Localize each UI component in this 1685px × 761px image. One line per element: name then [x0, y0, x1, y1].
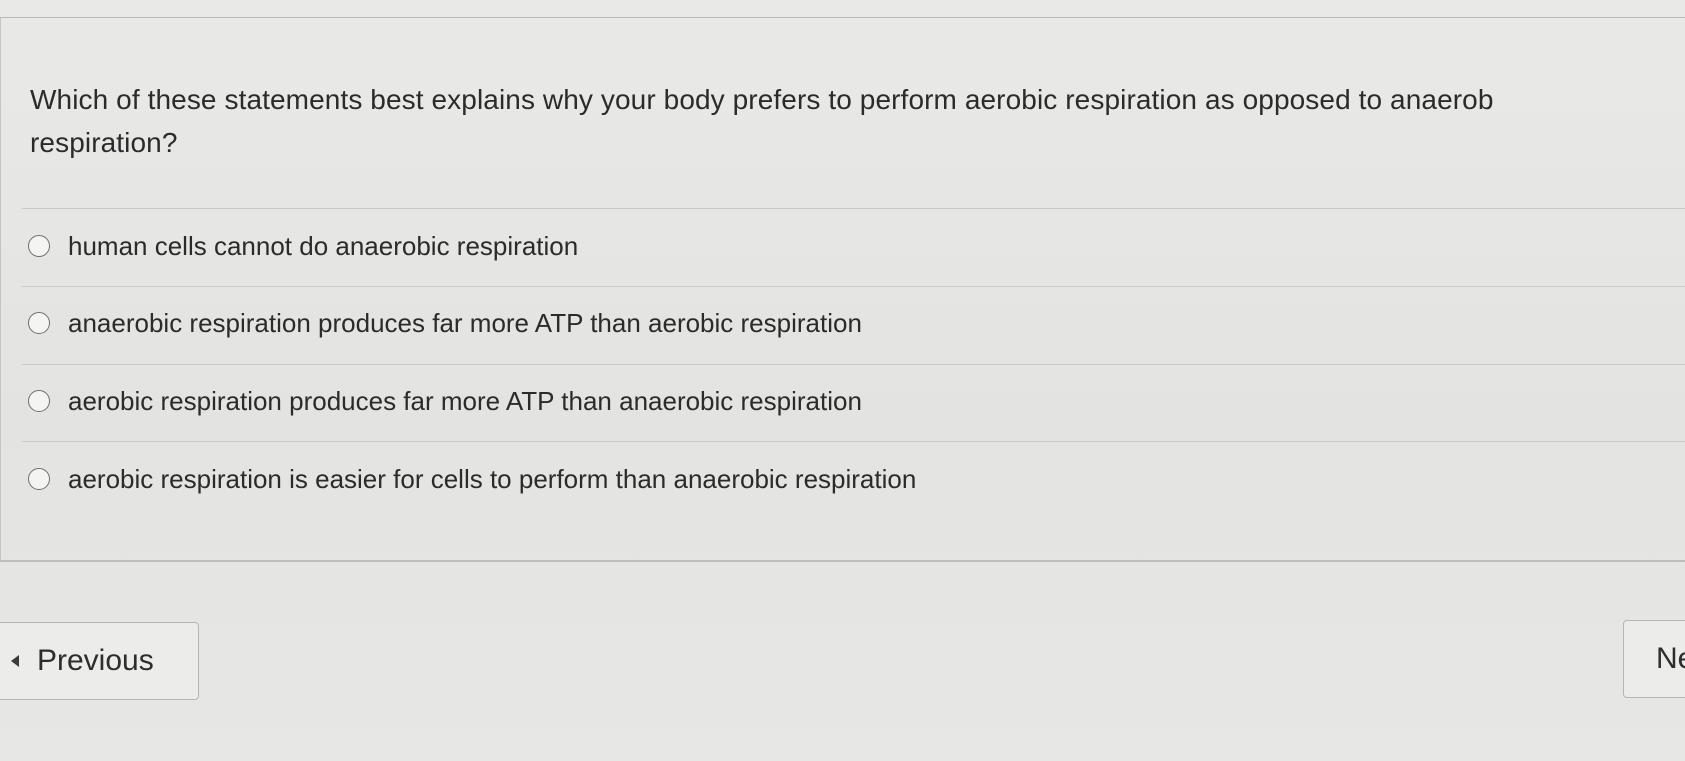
panel-bottom-border: [0, 560, 1685, 562]
option-divider: [22, 441, 1685, 442]
answer-option-3[interactable]: aerobic respiration produces far more AT…: [28, 381, 862, 421]
caret-left-icon: [11, 655, 19, 667]
answer-option-label: anaerobic respiration produces far more …: [68, 307, 862, 338]
option-divider: [22, 364, 1685, 365]
radio-button-2[interactable]: [28, 312, 50, 334]
previous-button[interactable]: Previous: [0, 622, 199, 700]
answer-option-4[interactable]: aerobic respiration is easier for cells …: [28, 459, 916, 499]
next-button-label: Ne: [1656, 642, 1685, 675]
previous-button-label: Previous: [37, 644, 154, 677]
next-button[interactable]: Ne: [1623, 620, 1685, 698]
answer-option-label: human cells cannot do anaerobic respirat…: [68, 230, 579, 261]
answer-option-label: aerobic respiration produces far more AT…: [68, 385, 862, 416]
radio-button-1[interactable]: [28, 235, 50, 257]
question-text: Which of these statements best explains …: [30, 84, 1494, 158]
answer-option-label: aerobic respiration is easier for cells …: [68, 463, 917, 494]
option-divider: [22, 286, 1685, 287]
answer-option-1[interactable]: human cells cannot do anaerobic respirat…: [28, 226, 578, 266]
radio-button-3[interactable]: [28, 390, 50, 412]
quiz-screen: Which of these statements best explains …: [0, 0, 1685, 761]
answer-option-2[interactable]: anaerobic respiration produces far more …: [28, 303, 862, 343]
radio-button-4[interactable]: [28, 468, 50, 490]
question-divider: [22, 208, 1685, 209]
